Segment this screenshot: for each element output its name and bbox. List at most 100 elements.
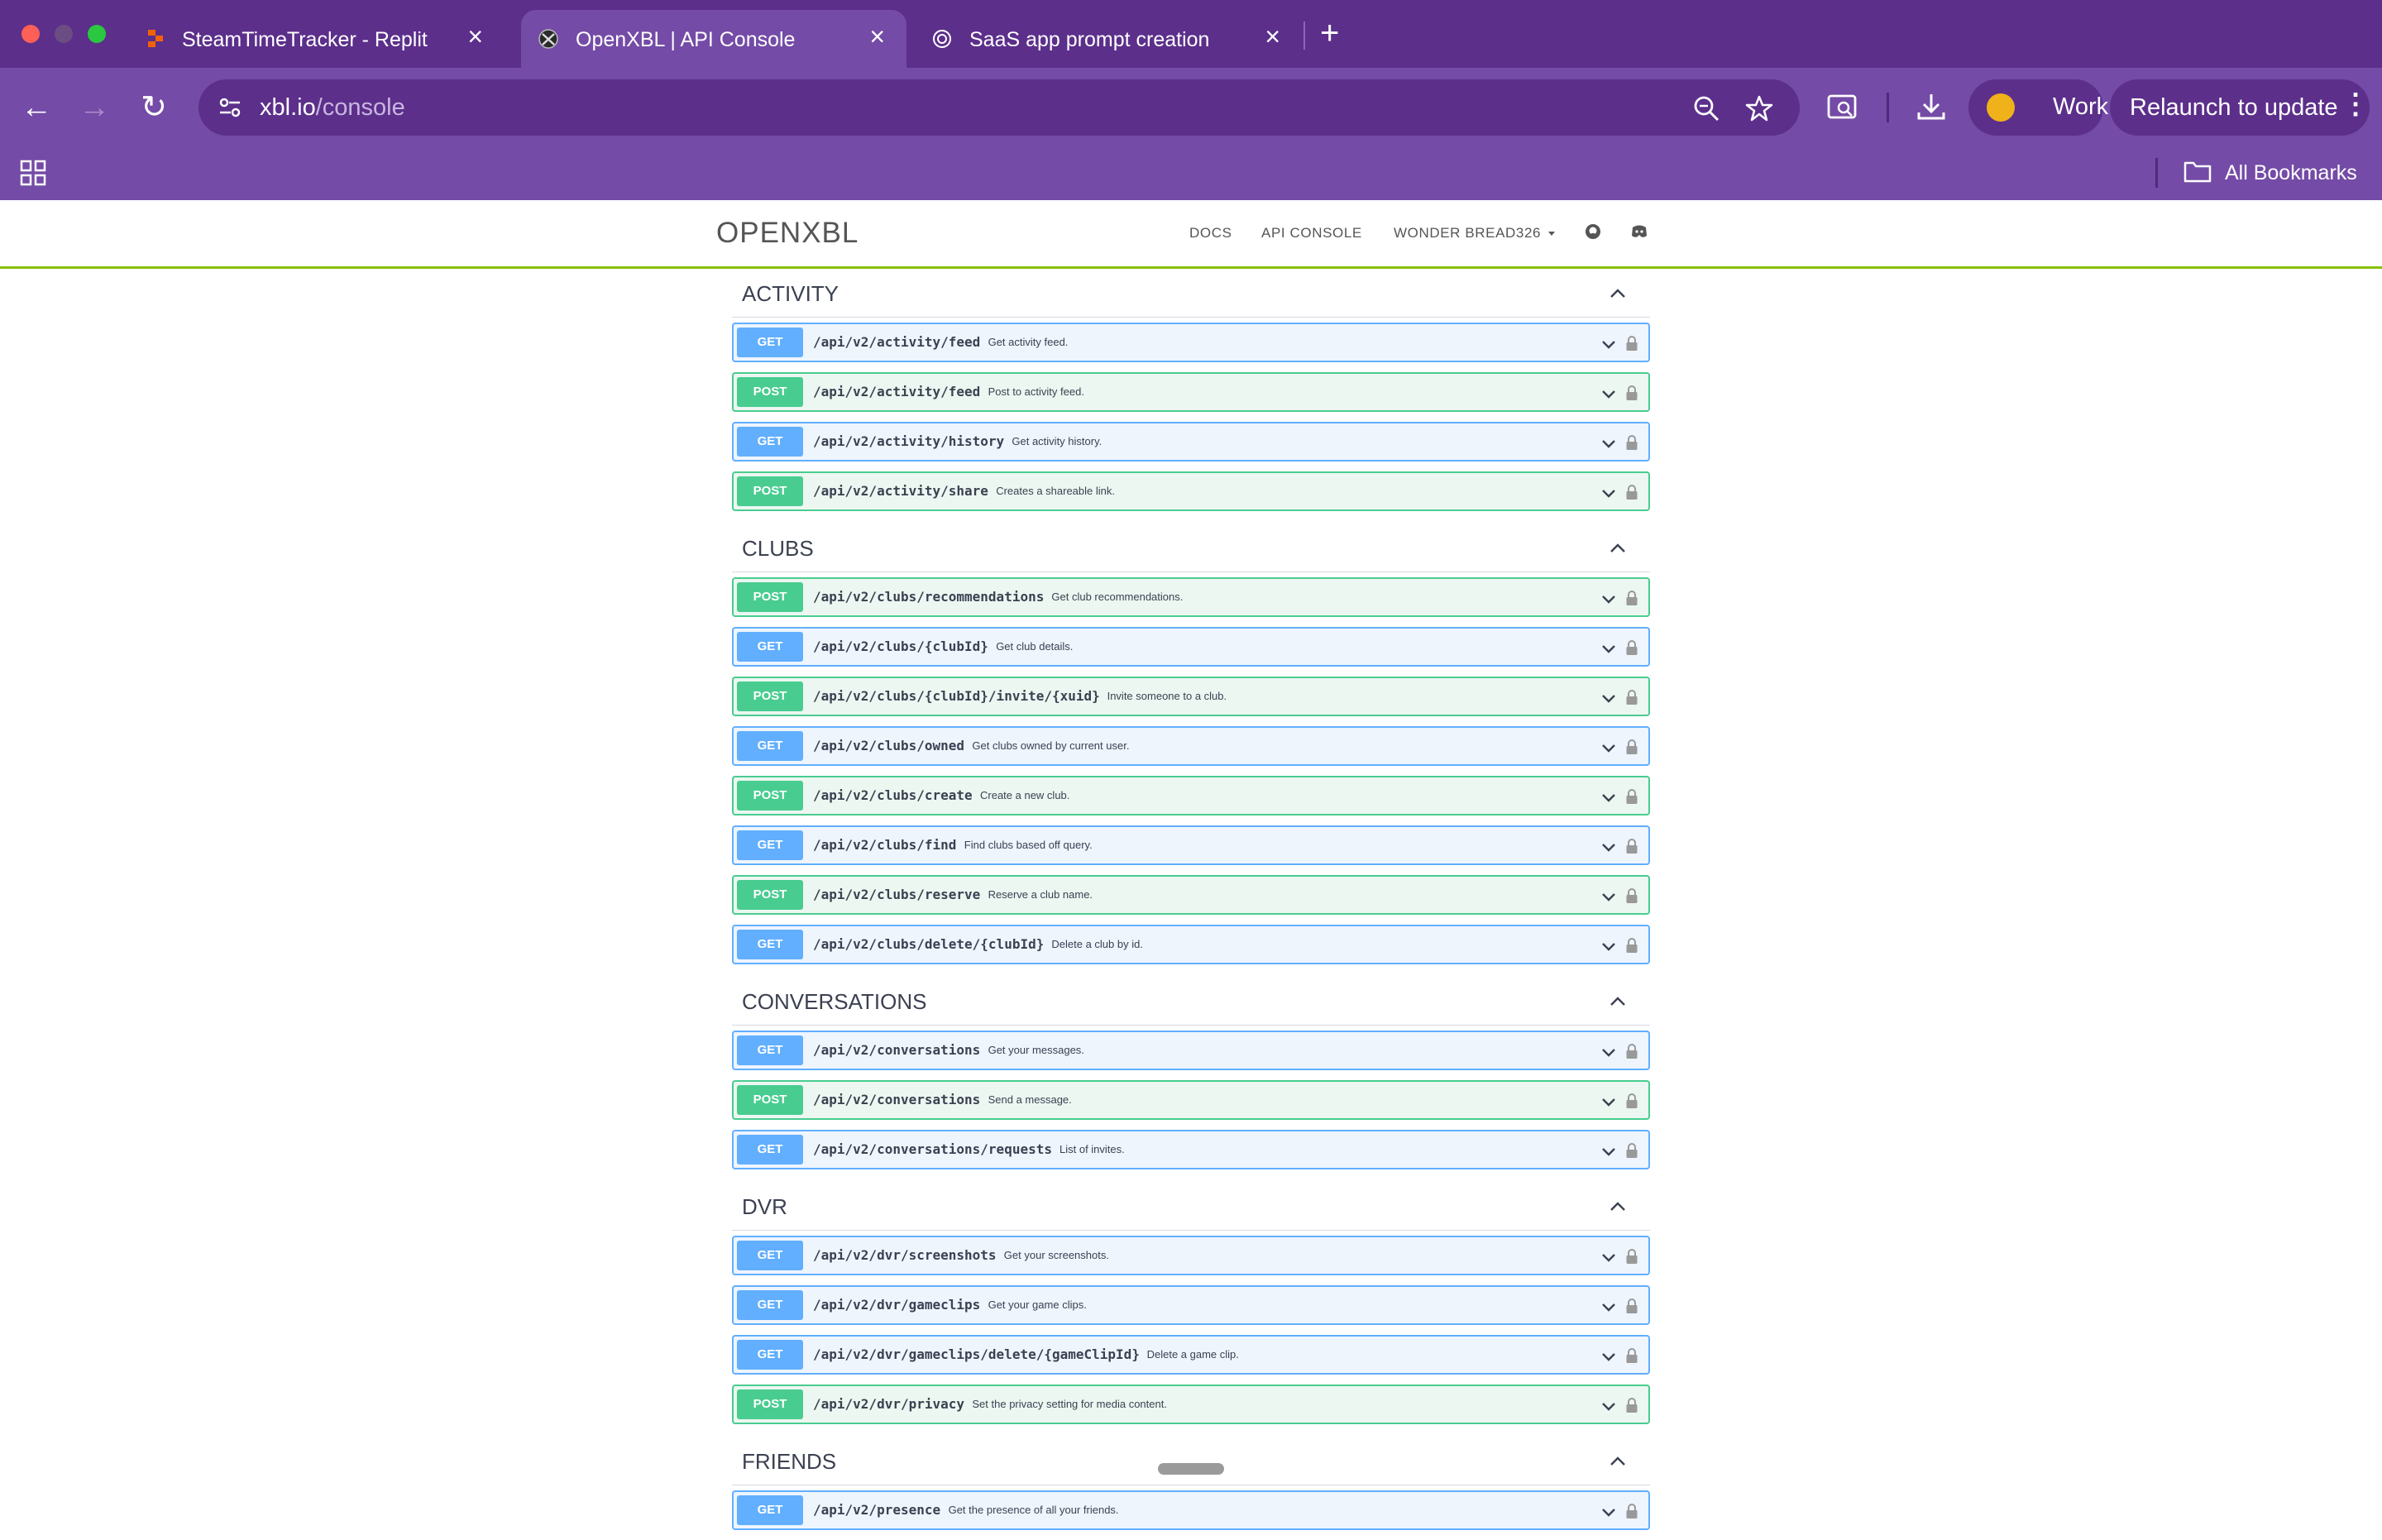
lock-icon[interactable]	[1625, 1043, 1638, 1059]
new-tab-button[interactable]: +	[1320, 13, 1339, 53]
horizontal-scrollbar[interactable]	[1158, 1463, 1224, 1475]
chevron-down-icon[interactable]	[1600, 888, 1617, 905]
forward-button[interactable]: →	[74, 88, 114, 127]
discord-icon[interactable]	[1629, 222, 1649, 242]
nav-user-menu[interactable]: WONDER BREAD326	[1394, 225, 1556, 242]
operation-row[interactable]: GET/api/v2/conversations Get your message…	[732, 1031, 1650, 1070]
chevron-down-icon[interactable]	[1600, 591, 1617, 607]
chevron-up-icon[interactable]	[1609, 1452, 1627, 1471]
back-button[interactable]: ←	[17, 88, 56, 127]
lock-icon[interactable]	[1625, 639, 1638, 656]
chevron-down-icon[interactable]	[1600, 485, 1617, 501]
lock-icon[interactable]	[1625, 838, 1638, 854]
github-icon[interactable]	[1583, 222, 1603, 242]
tab-close-button[interactable]: ×	[869, 23, 885, 50]
tab-close-button[interactable]: ×	[467, 23, 483, 50]
chevron-up-icon[interactable]	[1609, 1198, 1627, 1216]
operation-row[interactable]: POST/api/v2/clubs/create Create a new clu…	[732, 776, 1650, 815]
url-text[interactable]: xbl.io/console	[260, 94, 405, 122]
chevron-up-icon[interactable]	[1609, 539, 1627, 557]
tab-close-button[interactable]: ×	[1265, 23, 1280, 50]
lock-icon[interactable]	[1625, 1503, 1638, 1519]
operation-row[interactable]: GET/api/v2/clubs/delete/{clubId} Delete a…	[732, 925, 1650, 964]
operation-row[interactable]: POST/api/v2/conversations Send a message.	[732, 1080, 1650, 1120]
lock-icon[interactable]	[1625, 1397, 1638, 1413]
section-dvr-header[interactable]: DVR	[732, 1179, 1650, 1231]
reload-button[interactable]: ↻	[134, 88, 174, 127]
lock-icon[interactable]	[1625, 590, 1638, 606]
section-conversations-header[interactable]: CONVERSATIONS	[732, 974, 1650, 1026]
operation-row[interactable]: POST/api/v2/clubs/recommendations Get clu…	[732, 577, 1650, 617]
lock-icon[interactable]	[1625, 739, 1638, 755]
chevron-down-icon[interactable]	[1600, 1044, 1617, 1060]
zoom-icon[interactable]	[1692, 94, 1720, 122]
apps-grid-icon[interactable]	[20, 160, 46, 186]
window-close-button[interactable]	[22, 25, 40, 43]
operation-row[interactable]: GET/api/v2/presence Get the presence of a…	[732, 1490, 1650, 1530]
chevron-up-icon[interactable]	[1609, 992, 1627, 1011]
lock-icon[interactable]	[1625, 887, 1638, 904]
operation-row[interactable]: POST/api/v2/clubs/reserve Reserve a club …	[732, 875, 1650, 915]
lock-icon[interactable]	[1625, 385, 1638, 401]
chevron-up-icon[interactable]	[1609, 285, 1627, 303]
lock-icon[interactable]	[1625, 937, 1638, 954]
chevron-down-icon[interactable]	[1600, 839, 1617, 855]
operation-row[interactable]: POST/api/v2/clubs/{clubId}/invite/{xuid}…	[732, 677, 1650, 716]
download-icon[interactable]	[1916, 91, 1947, 122]
profile-button[interactable]: Work	[1968, 79, 2108, 136]
chevron-down-icon[interactable]	[1600, 435, 1617, 452]
operation-row[interactable]: GET/api/v2/dvr/screenshots Get your scree…	[732, 1236, 1650, 1275]
operation-row[interactable]: GET/api/v2/dvr/gameclips/delete/{gameCli…	[732, 1335, 1650, 1375]
window-minimize-button[interactable]	[55, 25, 73, 43]
nav-docs-link[interactable]: DOCS	[1189, 225, 1232, 242]
operation-row[interactable]: POST/api/v2/activity/share Creates a shar…	[732, 471, 1650, 511]
browser-tab-replit[interactable]: SteamTimeTracker - Replit ×	[116, 10, 505, 68]
operation-row[interactable]: GET/api/v2/clubs/{clubId} Get club detail…	[732, 627, 1650, 667]
chevron-down-icon[interactable]	[1600, 690, 1617, 706]
operation-row[interactable]: GET/api/v2/clubs/owned Get clubs owned by…	[732, 726, 1650, 766]
operation-row[interactable]: GET/api/v2/clubs/find Find clubs based of…	[732, 825, 1650, 865]
section-activity-header[interactable]: ACTIVITY	[732, 266, 1650, 318]
chevron-down-icon[interactable]	[1600, 1398, 1617, 1414]
operation-row[interactable]: GET/api/v2/activity/feed Get activity fee…	[732, 323, 1650, 362]
chevron-down-icon[interactable]	[1600, 739, 1617, 756]
browser-menu-icon[interactable]: ⋮	[2341, 88, 2370, 121]
browser-tab-chatgpt[interactable]: SaaS app prompt creation ×	[915, 10, 1302, 68]
lock-icon[interactable]	[1625, 1298, 1638, 1314]
chevron-down-icon[interactable]	[1600, 1249, 1617, 1265]
bookmark-star-icon[interactable]	[1745, 94, 1773, 122]
chevron-down-icon[interactable]	[1600, 938, 1617, 954]
chevron-down-icon[interactable]	[1600, 1348, 1617, 1365]
operation-row[interactable]: POST/api/v2/activity/feed Post to activit…	[732, 372, 1650, 412]
chevron-down-icon[interactable]	[1600, 1504, 1617, 1520]
site-settings-icon[interactable]	[217, 94, 243, 121]
lock-icon[interactable]	[1625, 484, 1638, 500]
lock-icon[interactable]	[1625, 1093, 1638, 1109]
address-bar[interactable]: xbl.io/console	[198, 79, 1800, 136]
chevron-down-icon[interactable]	[1600, 336, 1617, 352]
window-zoom-button[interactable]	[88, 25, 106, 43]
site-logo[interactable]: OPENXBL	[716, 217, 859, 250]
tab-search-icon[interactable]	[1826, 91, 1858, 122]
operation-row[interactable]: POST/api/v2/dvr/privacy Set the privacy s…	[732, 1385, 1650, 1424]
chevron-down-icon[interactable]	[1600, 789, 1617, 806]
operation-row[interactable]: GET/api/v2/dvr/gameclips Get your game cl…	[732, 1285, 1650, 1325]
lock-icon[interactable]	[1625, 788, 1638, 805]
lock-icon[interactable]	[1625, 1347, 1638, 1364]
chevron-down-icon[interactable]	[1600, 640, 1617, 657]
section-clubs-header[interactable]: CLUBS	[732, 521, 1650, 572]
lock-icon[interactable]	[1625, 1142, 1638, 1159]
nav-api-console-link[interactable]: API CONSOLE	[1261, 225, 1362, 242]
chevron-down-icon[interactable]	[1600, 1093, 1617, 1110]
lock-icon[interactable]	[1625, 434, 1638, 451]
operation-row[interactable]: GET/api/v2/conversations/requests List of…	[732, 1130, 1650, 1169]
lock-icon[interactable]	[1625, 689, 1638, 705]
chevron-down-icon[interactable]	[1600, 1143, 1617, 1160]
chevron-down-icon[interactable]	[1600, 1298, 1617, 1315]
chevron-down-icon[interactable]	[1600, 385, 1617, 402]
lock-icon[interactable]	[1625, 1248, 1638, 1265]
lock-icon[interactable]	[1625, 335, 1638, 352]
relaunch-button[interactable]: Relaunch to update ⋮	[2110, 79, 2370, 136]
browser-tab-openxbl[interactable]: OpenXBL | API Console ×	[521, 10, 906, 68]
operation-row[interactable]: GET/api/v2/activity/history Get activity …	[732, 422, 1650, 462]
